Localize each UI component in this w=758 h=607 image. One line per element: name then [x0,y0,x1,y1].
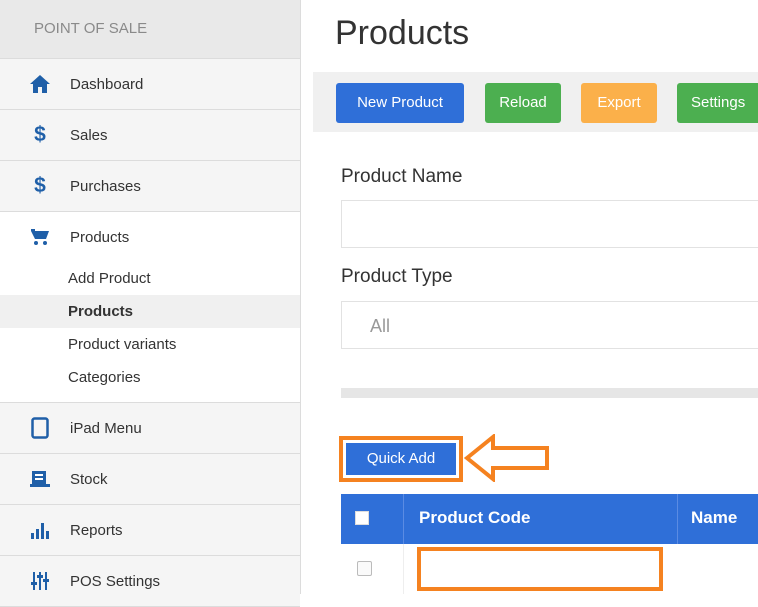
submenu-item-add-product[interactable]: Add Product [0,262,300,295]
settings-button[interactable]: Settings [677,83,758,123]
table-header: Product Code Name [341,494,758,544]
sliders-icon [28,569,52,593]
new-product-button[interactable]: New Product [336,83,464,123]
home-icon [28,72,52,96]
sidebar-header: POINT OF SALE [0,0,300,59]
column-header-name[interactable]: Name [691,508,737,528]
dollar-icon: $ [34,174,46,197]
product-name-field[interactable] [341,200,758,248]
product-type-select[interactable]: All [341,301,758,349]
sidebar-item-label: Reports [70,521,123,539]
submenu-item-product-variants[interactable]: Product variants [0,328,300,361]
reload-button[interactable]: Reload [485,83,561,123]
sidebar-item-reports[interactable]: Reports [0,505,300,556]
quick-add-button[interactable]: Quick Add [346,443,456,475]
submenu-item-products[interactable]: Products [0,295,300,328]
page-title: Products [335,14,470,52]
cart-icon [28,225,52,249]
sidebar-item-stock[interactable]: Stock [0,454,300,505]
tablet-icon [28,416,52,440]
sidebar-item-label: Sales [70,126,108,144]
submenu-item-categories[interactable]: Categories [0,361,300,394]
column-header-product-code[interactable]: Product Code [419,508,530,528]
main-content: Products New Product Reload Export Setti… [313,0,758,594]
bar-chart-icon [28,518,52,542]
product-code-highlight [417,547,663,591]
sidebar-item-label: Purchases [70,177,141,195]
sidebar-item-dashboard[interactable]: Dashboard [0,59,300,110]
toolbar: New Product Reload Export Settings [313,72,758,132]
products-submenu: Add Product Products Product variants Ca… [0,262,300,403]
product-type-label: Product Type [341,266,453,287]
sidebar-item-sales[interactable]: $ Sales [0,110,300,161]
column-separator [403,544,404,594]
sidebar-item-label: Products [70,228,130,246]
sidebar-item-label: Stock [70,470,108,488]
sidebar: POINT OF SALE Dashboard $ Sales $ Purcha… [0,0,301,607]
sidebar-item-pos-settings[interactable]: POS Settings [0,556,300,607]
row-checkbox[interactable] [357,561,372,576]
select-all-checkbox[interactable] [355,511,369,525]
product-type-value: All [370,316,391,336]
sidebar-item-label: iPad Menu [70,419,142,437]
column-separator [403,494,404,544]
product-name-label: Product Name [341,166,463,187]
stock-icon [28,467,52,491]
sidebar-item-products[interactable]: Products [0,212,300,262]
export-button[interactable]: Export [581,83,657,123]
sidebar-item-purchases[interactable]: $ Purchases [0,161,300,212]
column-separator [677,494,678,544]
sidebar-item-label: Dashboard [70,75,144,93]
sidebar-item-ipad-menu[interactable]: iPad Menu [0,403,300,454]
divider [341,388,758,398]
quick-add-highlight: Quick Add [339,436,463,482]
sidebar-item-label: POS Settings [70,572,161,590]
dollar-icon: $ [34,123,46,146]
arrow-left-icon [463,434,549,482]
